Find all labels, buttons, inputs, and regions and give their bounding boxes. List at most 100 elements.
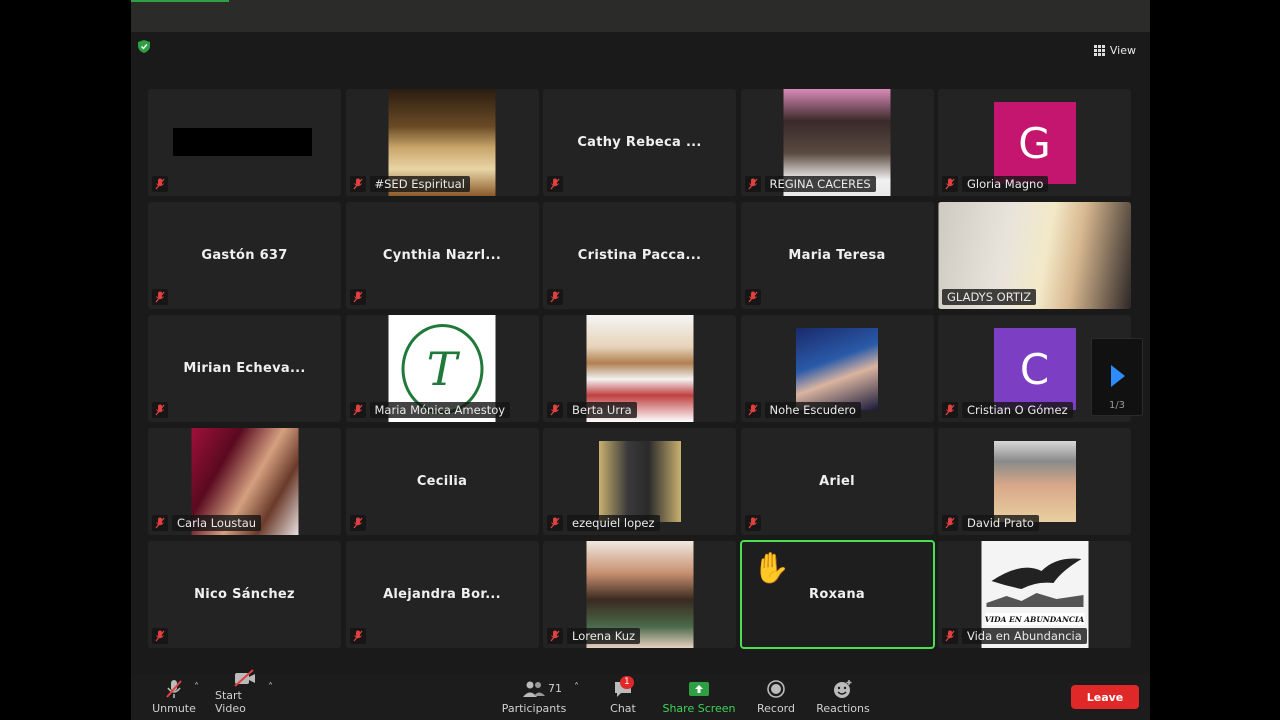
participant-tile[interactable]: Lorena Kuz xyxy=(543,541,736,648)
participant-tile[interactable]: VIDA EN ABUNDANCIA Vida en Abundancia xyxy=(938,541,1131,648)
next-page-button[interactable]: 1/3 xyxy=(1091,338,1143,416)
participant-tile[interactable]: David Prato xyxy=(938,428,1131,535)
participants-options-chevron-icon[interactable]: ˄ xyxy=(574,682,579,693)
redacted-name-bar xyxy=(173,128,312,156)
chat-label: Chat xyxy=(610,702,636,715)
share-screen-button[interactable]: Share Screen xyxy=(661,674,737,720)
reactions-button[interactable]: Reactions xyxy=(815,674,871,720)
muted-mic-icon xyxy=(942,628,958,644)
record-button[interactable]: Record xyxy=(753,674,799,720)
muted-mic-icon xyxy=(152,515,168,531)
participant-name-center: Alejandra Bor... xyxy=(383,587,501,602)
view-label: View xyxy=(1109,44,1136,57)
avatar xyxy=(796,328,878,410)
participant-tile[interactable]: G Gloria Magno xyxy=(938,89,1131,196)
participant-name: Carla Loustau xyxy=(172,515,262,531)
participant-name-center: Cathy Rebeca ... xyxy=(577,135,702,150)
shield-icon[interactable] xyxy=(138,40,150,53)
smiley-plus-icon xyxy=(832,678,854,700)
muted-mic-icon xyxy=(349,402,366,418)
video-options-chevron-icon[interactable]: ˄ xyxy=(268,682,273,693)
start-video-button[interactable]: Start Video xyxy=(215,669,275,720)
share-screen-label: Share Screen xyxy=(662,702,736,715)
participant-name-center: Cynthia Nazrl... xyxy=(382,248,502,263)
participant-tile[interactable]: Maria Teresa xyxy=(740,202,934,309)
chat-unread-badge: 1 xyxy=(620,676,634,689)
participants-count: 71 xyxy=(548,682,562,695)
muted-mic-icon xyxy=(744,289,761,305)
muted-mic-icon xyxy=(165,678,183,700)
participant-tile[interactable]: Cecilia xyxy=(345,428,539,535)
participant-tile[interactable]: Cynthia Nazrl... xyxy=(345,202,539,309)
participant-tile[interactable]: GLADYS ORTIZ xyxy=(938,202,1131,309)
participant-tile[interactable]: Nohe Escudero xyxy=(740,315,934,422)
logo-text: VIDA EN ABUNDANCIA xyxy=(984,615,1085,624)
record-icon xyxy=(766,678,786,700)
participant-name: Berta Urra xyxy=(567,402,637,418)
participant-name-center: Cecilia xyxy=(416,474,468,489)
video-thumbnail xyxy=(598,441,681,522)
participant-tile[interactable]: Carla Loustau xyxy=(148,428,341,535)
muted-mic-icon xyxy=(152,628,168,644)
participant-tile[interactable]: Alejandra Bor... xyxy=(345,541,539,648)
participants-label: Participants xyxy=(501,702,567,715)
participant-tile-speaking[interactable]: ✋ Roxana xyxy=(739,540,935,649)
view-button[interactable]: View xyxy=(1093,44,1136,57)
participant-name: Nohe Escudero xyxy=(764,402,861,418)
participant-name-center: Gastón 637 xyxy=(201,248,288,263)
muted-mic-icon xyxy=(942,176,958,192)
video-thumbnail xyxy=(993,441,1076,522)
muted-mic-icon xyxy=(547,289,563,305)
muted-mic-icon xyxy=(744,402,761,418)
participant-name-center: Mirian Echeva... xyxy=(183,361,306,376)
muted-mic-icon xyxy=(547,515,563,531)
participant-name: Lorena Kuz xyxy=(567,628,641,644)
participant-tile[interactable]: REGINA CACERES xyxy=(740,89,934,196)
page-indicator: 1/3 xyxy=(1108,400,1126,411)
muted-mic-icon xyxy=(942,515,958,531)
muted-mic-icon xyxy=(349,515,366,531)
muted-mic-icon xyxy=(152,176,168,192)
participant-name: Cristian O Gómez xyxy=(962,402,1073,418)
reactions-label: Reactions xyxy=(816,702,870,715)
muted-mic-icon xyxy=(547,176,563,192)
muted-mic-icon xyxy=(744,515,761,531)
participant-name-center: Maria Teresa xyxy=(788,248,886,263)
gallery-grid: #SED Espiritual Cathy Rebeca ... REGINA … xyxy=(148,89,1131,649)
participant-name: Gloria Magno xyxy=(962,176,1049,192)
meeting-toolbar: Unmute ˄ Start Video ˄ 71 Participants ˄… xyxy=(131,669,1150,720)
participant-tile[interactable]: Nico Sánchez xyxy=(148,541,341,648)
participant-tile[interactable]: Cristina Pacca... xyxy=(543,202,736,309)
participant-tile[interactable]: Berta Urra xyxy=(543,315,736,422)
unmute-label: Unmute xyxy=(152,702,196,715)
participant-tile[interactable] xyxy=(148,89,341,196)
participant-tile[interactable]: Ariel xyxy=(740,428,934,535)
muted-mic-icon xyxy=(942,402,958,418)
participant-name: ezequiel lopez xyxy=(567,515,660,531)
avatar: C xyxy=(993,328,1076,410)
participant-tile[interactable]: Gastón 637 xyxy=(148,202,341,309)
audio-options-chevron-icon[interactable]: ˄ xyxy=(194,682,199,693)
share-screen-icon xyxy=(688,678,710,700)
participant-name-center: Ariel xyxy=(819,474,855,489)
participant-tile[interactable]: Cathy Rebeca ... xyxy=(543,89,736,196)
participant-name: Maria Mónica Amestoy xyxy=(369,402,511,418)
participant-name: #SED Espiritual xyxy=(369,176,470,192)
participant-tile[interactable]: #SED Espiritual xyxy=(345,89,539,196)
chat-button[interactable]: 1 Chat xyxy=(601,674,645,720)
record-label: Record xyxy=(756,702,795,715)
leave-button[interactable]: Leave xyxy=(1071,685,1139,709)
participant-name: David Prato xyxy=(962,515,1039,531)
participant-name: REGINA CACERES xyxy=(764,176,876,192)
participant-name: Vida en Abundancia xyxy=(962,628,1087,644)
unmute-button[interactable]: Unmute xyxy=(151,674,197,720)
participant-tile[interactable]: T Maria Mónica Amestoy xyxy=(345,315,539,422)
next-arrow-icon xyxy=(1111,365,1125,387)
participant-tile[interactable]: Mirian Echeva... xyxy=(148,315,341,422)
participant-tile[interactable]: ezequiel lopez xyxy=(543,428,736,535)
zoom-window: View #SED Espiritual Cathy Rebeca ... RE… xyxy=(131,0,1150,720)
participants-button[interactable]: 71 Participants xyxy=(501,674,567,720)
grid-view-icon xyxy=(1093,45,1105,56)
muted-mic-icon xyxy=(349,176,366,192)
muted-mic-icon xyxy=(744,176,761,192)
